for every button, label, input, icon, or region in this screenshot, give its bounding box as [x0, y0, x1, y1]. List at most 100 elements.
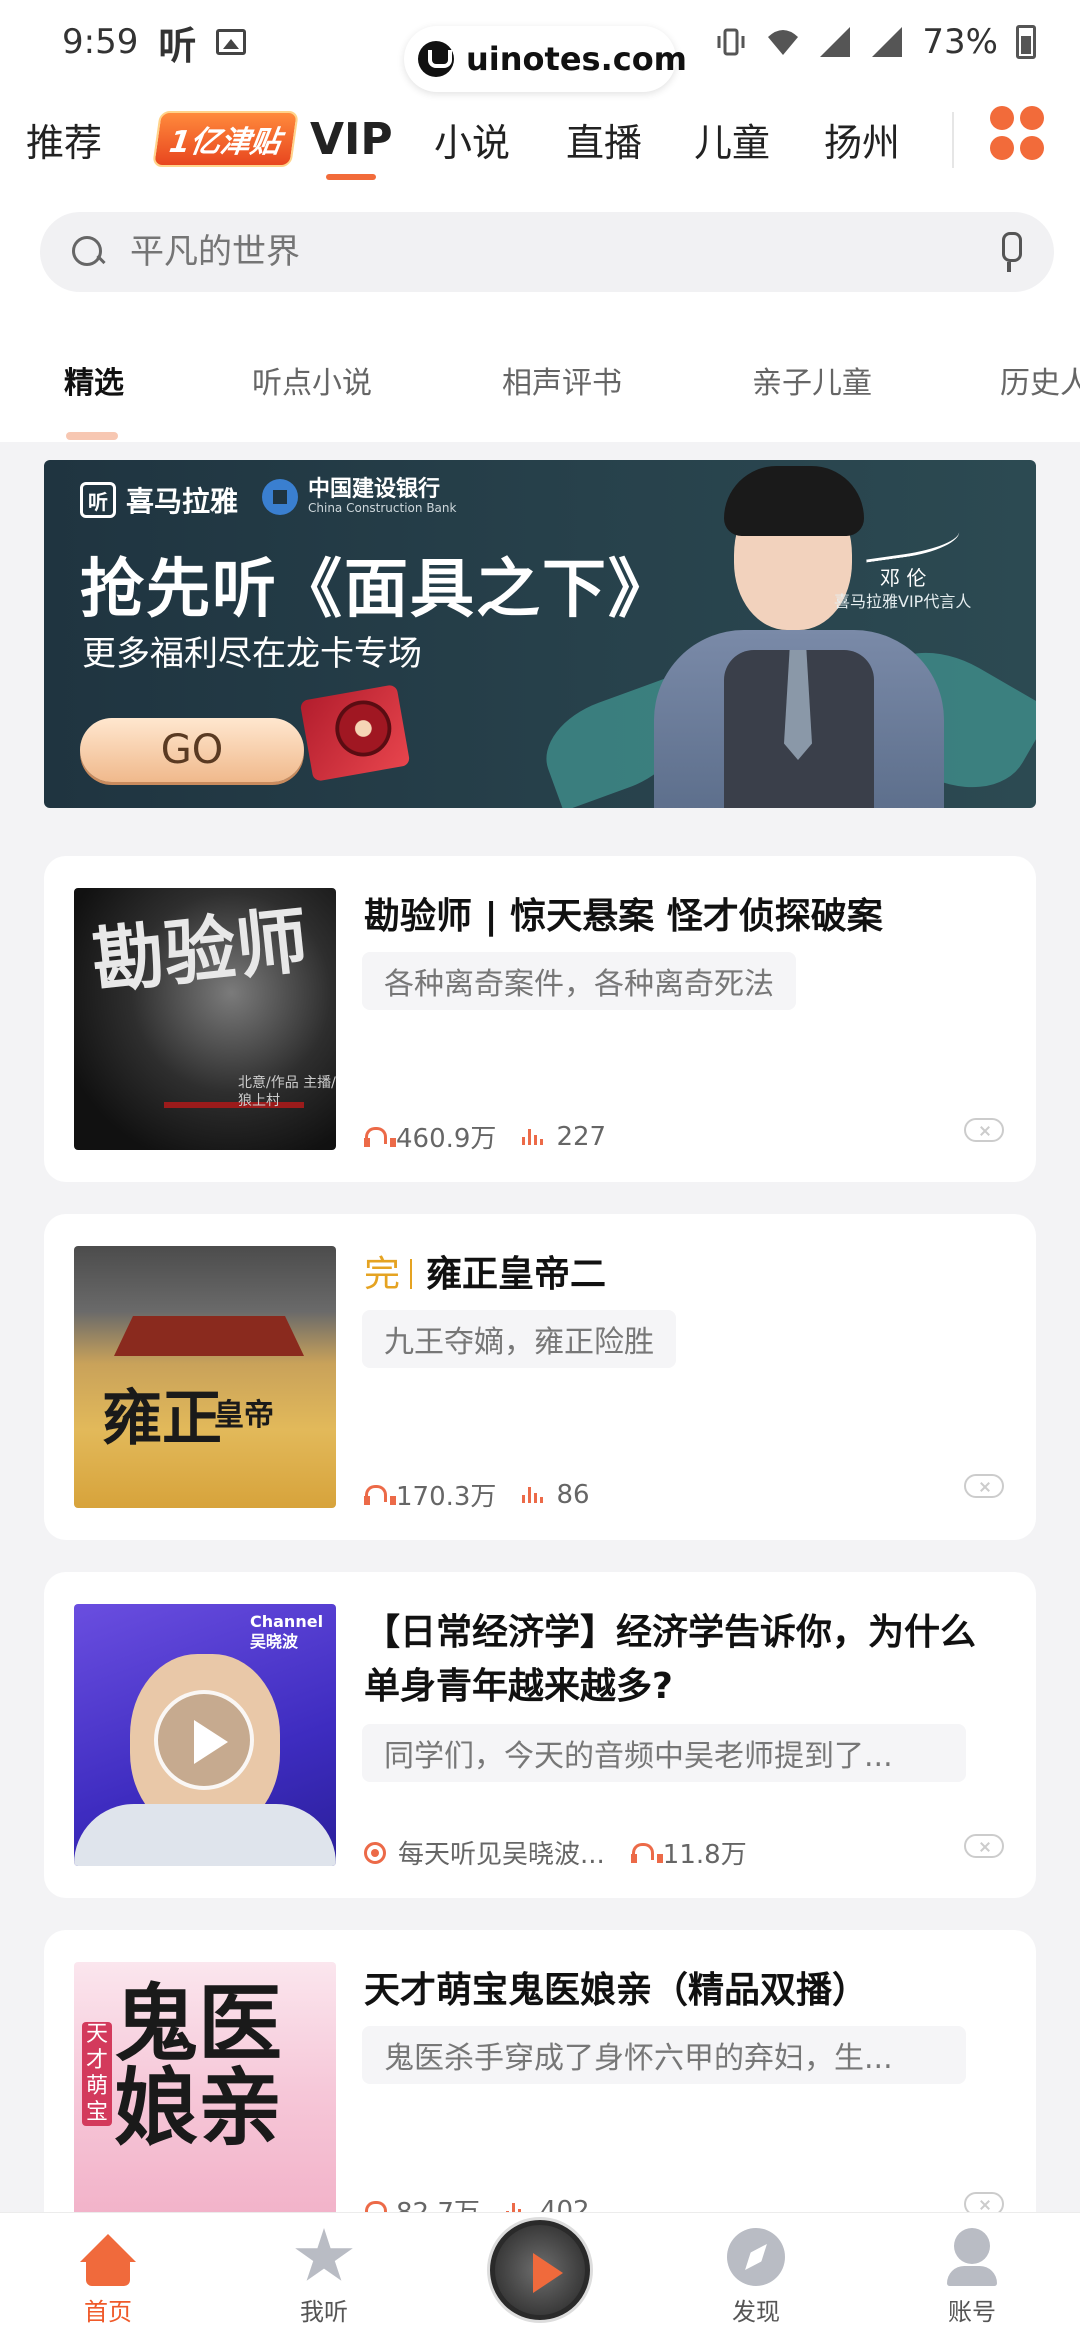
home-icon [80, 2234, 136, 2286]
author-name: 每天听见吴晓波... [398, 1840, 605, 1870]
banner-subtitle: 更多福利尽在龙卡专场 [82, 634, 422, 674]
feed-card[interactable]: 勘验师 北意/作品 主播/狼上村 勘验师 | 惊天悬案 怪才侦探破案 各种离奇案… [44, 856, 1036, 1182]
cover-brand: Channel 吴晓波 [250, 1612, 324, 1651]
status-time: 9:59 [62, 22, 139, 62]
nav-item-kids[interactable]: 儿童 [694, 84, 770, 194]
search-input[interactable] [130, 232, 994, 272]
banner-title: 抢先听《面具之下》 [80, 552, 674, 627]
promo-badge: 1亿津贴 [152, 111, 299, 167]
nav-item-recommend[interactable]: 推荐 [26, 84, 102, 194]
author-icon [364, 1841, 386, 1864]
tab-indicator [66, 432, 118, 440]
album-title: 雍正皇帝二 [426, 1254, 607, 1295]
now-playing-button[interactable] [490, 2220, 590, 2320]
play-count: 11.8万 [662, 1840, 747, 1870]
ting-logo-icon: 听 [80, 482, 116, 518]
app-notification-icon: 听 [158, 23, 197, 68]
album-stats: 460.9万 227 [364, 1118, 632, 1155]
feed-card[interactable]: Channel 吴晓波 【日常经济学】经济学告诉你，为什么单身青年越来越多? 同… [44, 1572, 1036, 1898]
nav-item-live[interactable]: 直播 [566, 84, 642, 194]
album-title-row[interactable]: 完雍正皇帝二 [364, 1248, 984, 1302]
album-stats: 170.3万 86 [364, 1476, 616, 1513]
track-count: 227 [556, 1121, 607, 1152]
image-notification-icon [216, 29, 247, 55]
cover-credits: 北意/作品 主播/狼上村 [238, 1075, 336, 1109]
album-stats: 每天听见吴晓波... 11.8万 [364, 1834, 773, 1871]
cover-title: 勘验师 [88, 896, 312, 1005]
tab-history[interactable]: 历史人 [1000, 358, 1080, 402]
ximalaya-logo: 听 喜马拉雅 [80, 480, 238, 520]
album-cover[interactable]: 勘验师 北意/作品 主播/狼上村 [74, 888, 336, 1150]
audio-wave-icon [522, 1126, 546, 1148]
spokesperson-role: 喜马拉雅VIP代言人 [834, 592, 972, 611]
star-icon [295, 2228, 353, 2281]
battery-percent: 73% [922, 22, 998, 62]
headphone-icon [364, 1126, 396, 1148]
nav-item-novel[interactable]: 小说 [434, 84, 510, 194]
play-count: 460.9万 [396, 1124, 497, 1154]
site-logo-icon [418, 41, 454, 77]
album-cover[interactable]: 天才萌宝 鬼医娘亲 [74, 1962, 336, 2224]
feed-card[interactable]: 天才萌宝 鬼医娘亲 天才萌宝鬼医娘亲（精品双播） 鬼医杀手穿成了身怀六甲的弃妇，… [44, 1930, 1036, 2256]
tab-account[interactable]: 账号 [892, 2213, 1052, 2340]
dismiss-icon[interactable] [964, 1474, 1004, 1498]
track-count: 86 [556, 1479, 590, 1510]
bank-logo-icon [262, 478, 298, 515]
top-channel-nav: 推荐 1亿津贴 VIP 小说 直播 儿童 扬州 [0, 84, 1080, 194]
category-tabs: 精选 听点小说 相声评书 亲子儿童 历史人 [0, 314, 1080, 442]
play-count: 170.3万 [396, 1482, 497, 1512]
tab-discover[interactable]: 发现 [676, 2213, 836, 2340]
album-cover[interactable]: Channel 吴晓波 [74, 1604, 336, 1866]
bank-card-illustration [299, 684, 411, 782]
tab-crosstalk[interactable]: 相声评书 [502, 358, 622, 402]
headphone-icon [630, 1842, 663, 1864]
nav-item-subsidy[interactable]: 1亿津贴 [152, 84, 299, 194]
search-icon [70, 234, 106, 270]
go-button[interactable]: GO [80, 718, 304, 782]
spokesperson-name: 邓 伦 [880, 566, 927, 590]
ccb-logo: 中国建设银行 China Construction Bank [262, 478, 456, 515]
wifi-icon [768, 30, 799, 55]
dismiss-icon[interactable] [964, 1834, 1004, 1858]
microphone-icon[interactable] [994, 232, 1024, 272]
vibrate-icon [717, 28, 745, 56]
tab-home[interactable]: 首页 [28, 2213, 188, 2340]
cover-tag: 天才萌宝 [82, 2022, 112, 2126]
cellular-signal-2-icon [872, 27, 903, 57]
album-description: 鬼医杀手穿成了身怀六甲的弃妇，生... [362, 2026, 966, 2084]
nav-divider [952, 112, 954, 168]
finished-badge: 完 [364, 1254, 401, 1295]
album-description: 九王夺嫡，雍正险胜 [362, 1310, 676, 1368]
cover-title: 雍正 [102, 1384, 222, 1454]
album-title[interactable]: 天才萌宝鬼医娘亲（精品双播） [364, 1964, 984, 2018]
album-title[interactable]: 【日常经济学】经济学告诉你，为什么单身青年越来越多? [364, 1606, 984, 1714]
all-channels-icon[interactable] [990, 106, 1046, 162]
search-bar[interactable] [40, 212, 1054, 292]
album-title[interactable]: 勘验师 | 惊天悬案 怪才侦探破案 [364, 890, 984, 944]
nav-item-vip[interactable]: VIP [310, 84, 393, 194]
album-description: 同学们，今天的音频中吴老师提到了... [362, 1724, 966, 1782]
url-text: uinotes.com [466, 40, 688, 78]
dismiss-icon[interactable] [964, 1118, 1004, 1142]
promo-banner[interactable]: 听 喜马拉雅 中国建设银行 China Construction Bank 抢先… [44, 460, 1036, 808]
album-cover[interactable]: 雍正 皇帝 [74, 1246, 336, 1508]
url-watermark: uinotes.com [404, 26, 687, 92]
bank-name: 中国建设银行 [308, 477, 441, 502]
bank-name-en: China Construction Bank [308, 501, 457, 516]
feed-card[interactable]: 雍正 皇帝 完雍正皇帝二 九王夺嫡，雍正险胜 170.3万 86 [44, 1214, 1036, 1540]
audio-wave-icon [522, 1484, 546, 1506]
cellular-signal-icon [820, 27, 851, 57]
album-description: 各种离奇案件，各种离奇死法 [362, 952, 796, 1010]
cover-title: 鬼医娘亲 [114, 1974, 283, 2157]
tab-my-listening[interactable]: 我听 [244, 2213, 404, 2340]
battery-icon [1016, 25, 1036, 59]
nav-item-yangzhou[interactable]: 扬州 [824, 84, 900, 194]
tab-featured[interactable]: 精选 [64, 358, 124, 402]
spokesperson-photo [624, 460, 954, 808]
search-area [0, 194, 1080, 314]
play-icon[interactable] [154, 1690, 254, 1790]
compass-icon [727, 2228, 785, 2286]
tab-kids[interactable]: 亲子儿童 [752, 358, 872, 402]
cover-title-2: 皇帝 [214, 1398, 274, 1433]
tab-novels[interactable]: 听点小说 [252, 358, 372, 402]
